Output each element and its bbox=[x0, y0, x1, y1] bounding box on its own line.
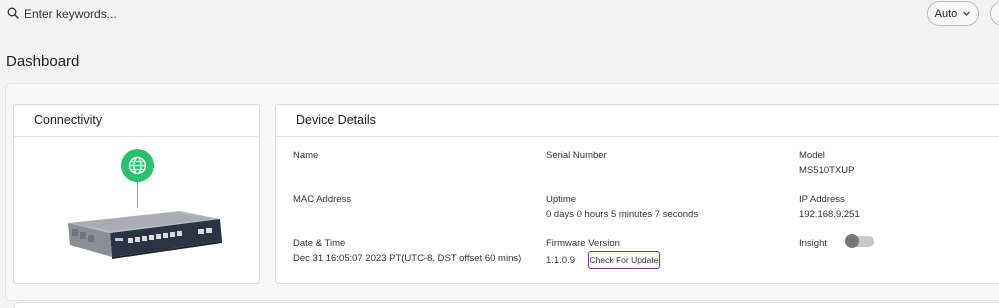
connectivity-card: Connectivity bbox=[13, 104, 260, 284]
next-panel-edge bbox=[14, 302, 999, 308]
insight-toggle[interactable] bbox=[845, 234, 874, 248]
serial-number-label: Serial Number bbox=[546, 150, 607, 161]
round-action-button[interactable] bbox=[990, 1, 999, 26]
auto-label: Auto bbox=[934, 7, 958, 20]
device-details-card: Device Details Name Serial Number Model … bbox=[275, 104, 999, 284]
globe-icon[interactable] bbox=[121, 149, 154, 182]
insight-label: Insight bbox=[799, 238, 827, 249]
auto-dropdown-button[interactable]: Auto bbox=[927, 1, 979, 26]
uptime-label: Uptime bbox=[546, 194, 577, 205]
firmware-version-value: 1.1.0.9 bbox=[546, 255, 576, 266]
check-for-update-button[interactable]: Check For Update bbox=[588, 251, 660, 269]
top-bar: Auto bbox=[0, 0, 999, 30]
ip-address-label: IP Address bbox=[799, 194, 845, 205]
ip-address-value: 192.168.9.251 bbox=[799, 209, 860, 220]
chevron-down-icon bbox=[963, 11, 971, 16]
search-icon bbox=[7, 7, 19, 19]
switch-device-image[interactable] bbox=[58, 201, 228, 265]
mac-address-label: MAC Address bbox=[293, 194, 352, 205]
page-title: Dashboard bbox=[6, 53, 80, 70]
date-time-value: Dec 31 16:05:07 2023 PT(UTC-8, DST offse… bbox=[293, 253, 522, 264]
search-input[interactable] bbox=[24, 5, 624, 23]
name-label: Name bbox=[293, 150, 319, 161]
model-value: MS510TXUP bbox=[799, 165, 855, 176]
connectivity-title: Connectivity bbox=[14, 105, 259, 137]
toggle-knob bbox=[845, 234, 859, 248]
device-details-title: Device Details bbox=[276, 105, 999, 137]
uptime-value: 0 days 0 hours 5 minutes 7 seconds bbox=[546, 209, 699, 220]
firmware-version-label: Firmware Version bbox=[546, 238, 620, 249]
date-time-label: Date & Time bbox=[293, 238, 346, 249]
model-label: Model bbox=[799, 150, 825, 161]
